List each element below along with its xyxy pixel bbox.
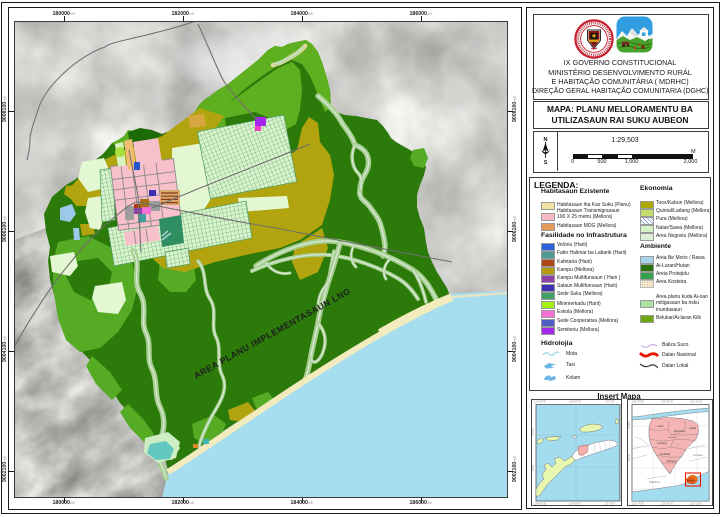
svg-text:Lacluta: Lacluta xyxy=(657,441,666,445)
svg-text:125 7'0"E: 125 7'0"E xyxy=(632,400,644,404)
svg-text:126 0'0"E: 126 0'0"E xyxy=(569,502,581,506)
svg-text:125 7'0"E: 125 7'0"E xyxy=(632,502,644,506)
svg-text:124 0'0"E: 124 0'0"E xyxy=(534,400,546,404)
svg-text:Laclubar: Laclubar xyxy=(668,436,677,439)
svg-text:126 1'0"E: 126 1'0"E xyxy=(690,502,702,506)
svg-text:124 0'0"E: 124 0'0"E xyxy=(534,502,546,506)
svg-text:126 1'0"E: 126 1'0"E xyxy=(690,400,702,404)
svg-text:9 0'S: 9 0'S xyxy=(627,455,631,461)
svg-text:Soibada: Soibada xyxy=(660,452,670,456)
svg-text:Laclo: Laclo xyxy=(657,424,664,428)
svg-text:127 0'0": 127 0'0" xyxy=(605,502,615,506)
svg-text:125 9'0"E: 125 9'0"E xyxy=(661,400,673,404)
svg-text:125 9'0"E: 125 9'0"E xyxy=(661,502,673,506)
svg-text:Vemasse: Vemasse xyxy=(693,454,704,457)
svg-text:Manatuto: Manatuto xyxy=(674,429,686,433)
svg-text:126 0'0"E: 126 0'0"E xyxy=(569,400,581,404)
svg-text:8 40'S: 8 40'S xyxy=(627,421,631,429)
svg-text:127 0'0": 127 0'0" xyxy=(605,400,615,404)
svg-text:8 0'S: 8 0'S xyxy=(531,429,535,435)
svg-text:Laleia: Laleia xyxy=(689,426,697,430)
svg-text:Aubeon: Aubeon xyxy=(687,479,695,482)
svg-text:Natarbora: Natarbora xyxy=(649,481,660,484)
svg-text:Barique: Barique xyxy=(667,459,677,463)
svg-text:S: S xyxy=(544,160,548,165)
svg-text:9 0'S: 9 0'S xyxy=(531,465,535,471)
